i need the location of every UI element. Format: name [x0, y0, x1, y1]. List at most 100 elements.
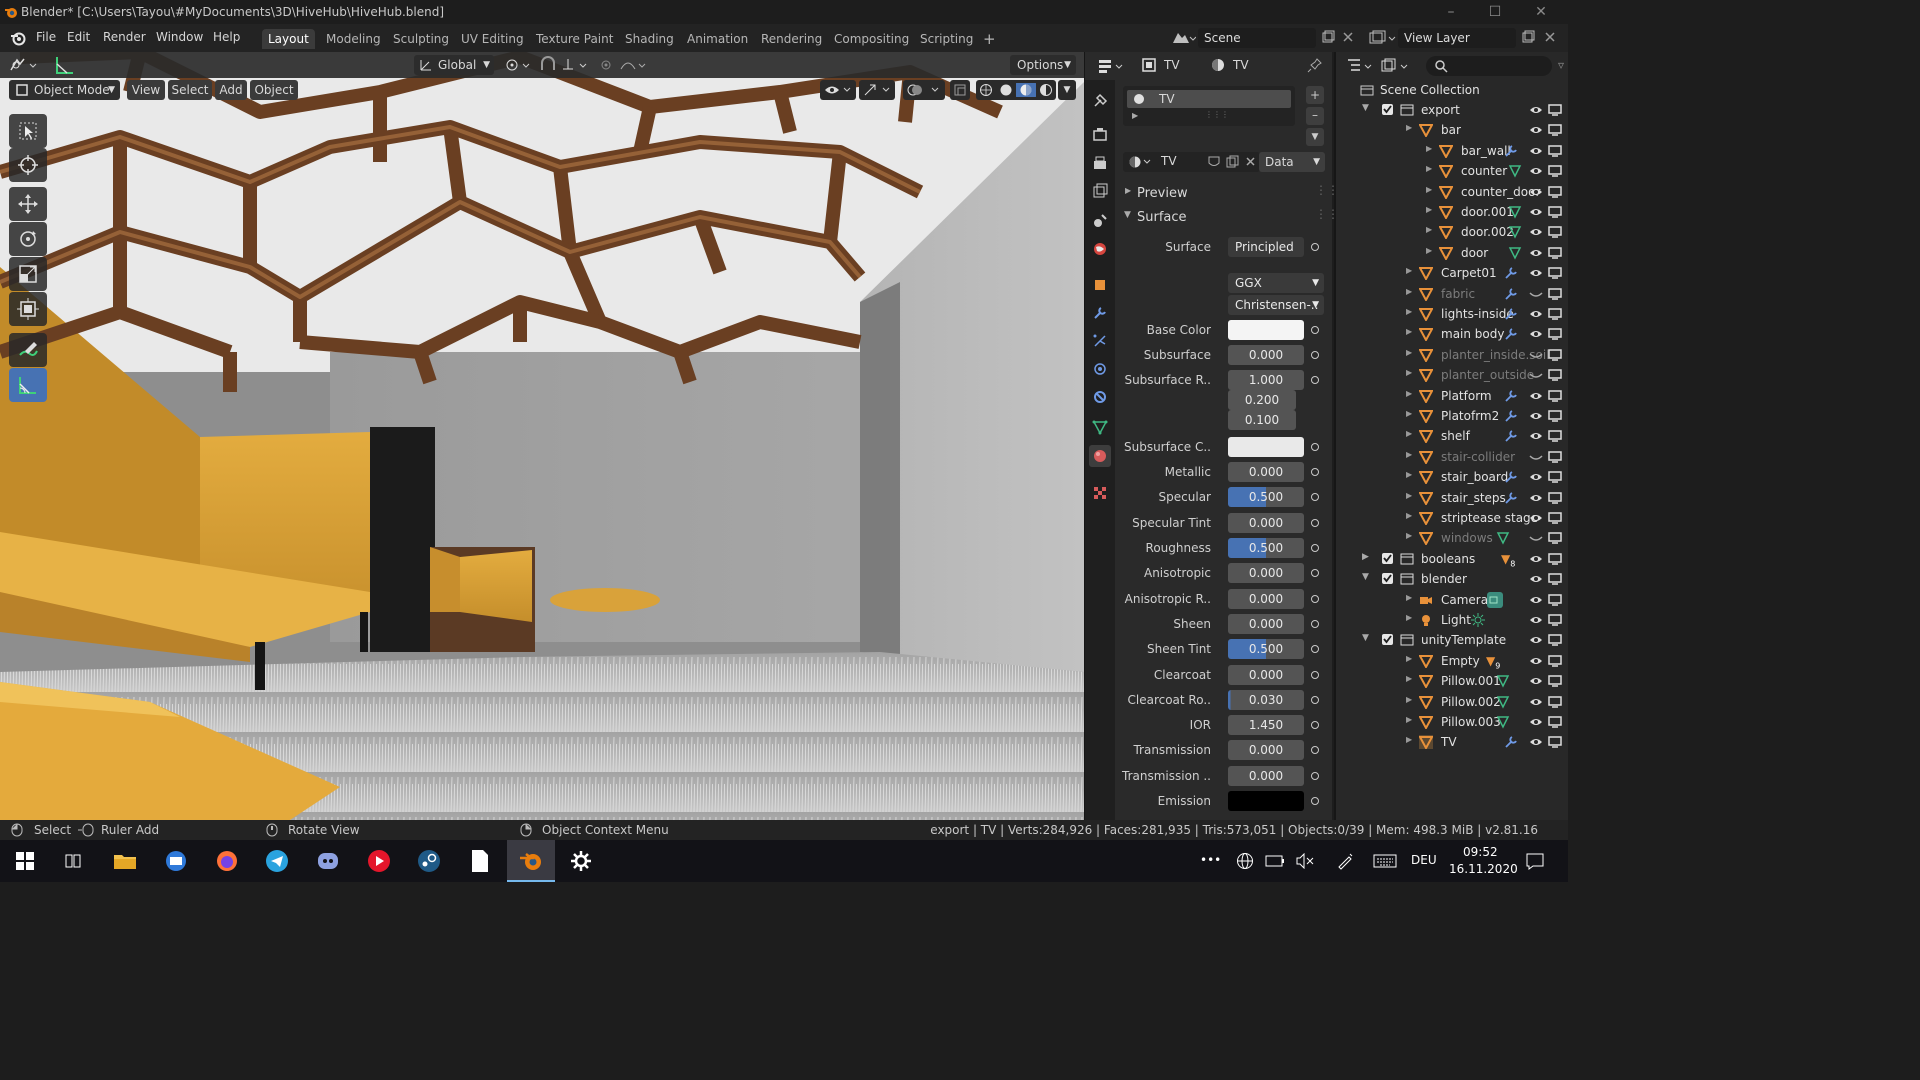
eye-icon[interactable] — [1529, 675, 1543, 687]
eye-closed-icon[interactable] — [1529, 349, 1543, 361]
blender-taskbar-button[interactable] — [507, 840, 555, 882]
constraints-tab[interactable] — [1089, 386, 1111, 408]
list-expand-icon[interactable]: ▶ — [1132, 111, 1138, 120]
overlays-dropdown[interactable] — [903, 80, 945, 100]
base-color-field[interactable] — [1228, 320, 1304, 340]
render-visibility-icon[interactable] — [1548, 185, 1562, 198]
modifier-wrench-icon[interactable] — [1504, 409, 1518, 423]
render-visibility-icon[interactable] — [1548, 308, 1562, 320]
eye-closed-icon[interactable] — [1529, 451, 1543, 463]
socket-link-icon[interactable] — [1311, 797, 1319, 805]
socket-link-icon[interactable] — [1311, 696, 1319, 704]
outliner-object-row[interactable]: ▶ windows — [1336, 528, 1570, 548]
outliner-object-row[interactable]: ▶ TV — [1336, 732, 1570, 752]
object-tab[interactable] — [1089, 274, 1111, 296]
collapsed-arrow-icon[interactable]: ▶ — [1406, 674, 1412, 683]
outliner-collection-row[interactable]: ▼ export — [1336, 100, 1570, 120]
expanded-arrow-icon[interactable]: ▼ — [1362, 103, 1369, 113]
shading-options-dropdown[interactable]: ▼ — [1058, 80, 1076, 100]
collapsed-arrow-icon[interactable]: ▶ — [1426, 185, 1432, 194]
steam-button[interactable] — [416, 848, 442, 874]
subsurface-field[interactable]: 0.000 — [1228, 345, 1304, 365]
editor-type-icon[interactable] — [8, 56, 40, 74]
tab-rendering[interactable]: Rendering — [755, 29, 828, 49]
tab-texture-paint[interactable]: Texture Paint — [530, 29, 619, 49]
socket-link-icon[interactable] — [1311, 376, 1319, 384]
collapsed-arrow-icon[interactable]: ▶ — [1406, 429, 1412, 438]
mesh-data-icon[interactable] — [1508, 205, 1522, 219]
render-visibility-icon[interactable] — [1548, 695, 1562, 708]
task-view-button[interactable] — [60, 848, 86, 874]
render-visibility-icon[interactable] — [1548, 716, 1562, 728]
socket-link-icon[interactable] — [1311, 645, 1319, 653]
socket-link-icon[interactable] — [1311, 351, 1319, 359]
eye-icon[interactable] — [1529, 206, 1543, 218]
cursor-tool[interactable] — [9, 148, 47, 182]
subsurface-c-field[interactable] — [1228, 437, 1304, 457]
modifiers-tab[interactable] — [1089, 302, 1111, 324]
xray-toggle[interactable] — [950, 80, 970, 100]
remove-scene-icon[interactable] — [1342, 31, 1354, 43]
eye-icon[interactable] — [1529, 410, 1543, 422]
eye-icon[interactable] — [1529, 634, 1543, 646]
socket-link-icon[interactable] — [1311, 772, 1319, 780]
transform-tool[interactable] — [9, 292, 47, 326]
tab-modeling[interactable]: Modeling — [320, 29, 387, 49]
telegram-button[interactable] — [264, 848, 290, 874]
remove-slot-button[interactable]: – — [1306, 107, 1324, 125]
render-visibility-icon[interactable] — [1548, 267, 1562, 279]
outliner-object-row[interactable]: ▶ door.001 — [1336, 202, 1570, 222]
render-visibility-icon[interactable] — [1548, 491, 1562, 504]
camera-data-icon[interactable] — [1486, 591, 1504, 609]
metallic-field[interactable]: 0.000 — [1228, 462, 1304, 482]
filter-icon[interactable]: ▿ — [1558, 58, 1566, 74]
blender-menu-icon[interactable] — [10, 30, 26, 46]
outliner-object-row[interactable]: ▶ Camera — [1336, 590, 1570, 610]
outliner-collection-row[interactable]: ▼ unityTemplate — [1336, 630, 1570, 650]
add-slot-button[interactable]: + — [1306, 86, 1324, 104]
view-layer-field[interactable]: View Layer — [1398, 28, 1516, 48]
render-visibility-icon[interactable] — [1548, 451, 1562, 463]
eye-closed-icon[interactable] — [1529, 369, 1543, 381]
mesh-data-icon[interactable] — [1496, 715, 1510, 729]
menu-object[interactable]: Object — [250, 80, 298, 100]
socket-link-icon[interactable] — [1311, 493, 1319, 501]
view-layer-icon[interactable] — [1368, 29, 1396, 47]
outliner-object-row[interactable]: ▶ Light — [1336, 610, 1570, 630]
object-mode-dropdown[interactable]: Object Mode ▼ — [9, 80, 120, 100]
emission-field[interactable] — [1228, 791, 1304, 811]
ior-field[interactable]: 1.450 — [1228, 715, 1304, 735]
gizmo-dropdown[interactable] — [859, 80, 895, 100]
tab-animation[interactable]: Animation — [681, 29, 754, 49]
modifier-wrench-icon[interactable] — [1504, 389, 1518, 403]
distribution-dropdown[interactable]: GGX ▼ — [1228, 273, 1324, 293]
socket-link-icon[interactable] — [1311, 519, 1319, 527]
tab-uv-editing[interactable]: UV Editing — [455, 29, 530, 49]
eye-icon[interactable] — [1529, 716, 1543, 728]
render-visibility-icon[interactable] — [1548, 247, 1562, 259]
eye-icon[interactable] — [1529, 736, 1543, 748]
render-visibility-icon[interactable] — [1548, 593, 1562, 606]
add-workspace-button[interactable]: + — [977, 29, 1002, 49]
render-visibility-icon[interactable] — [1548, 736, 1562, 749]
tab-sculpting[interactable]: Sculpting — [387, 29, 455, 49]
socket-link-icon[interactable] — [1311, 326, 1319, 334]
eye-icon[interactable] — [1529, 573, 1543, 585]
outliner-object-row[interactable]: ▶ stair-collider — [1336, 447, 1570, 467]
menu-window[interactable]: Window — [156, 30, 203, 44]
clock-time[interactable]: 09:52 — [1463, 845, 1498, 859]
collapsed-arrow-icon[interactable]: ▶ — [1426, 205, 1432, 214]
scale-tool[interactable] — [9, 257, 47, 291]
outliner-object-row[interactable]: ▶ planter_outside — [1336, 365, 1570, 385]
settings-button[interactable] — [568, 848, 594, 874]
scene-collection-row[interactable]: Scene Collection — [1336, 80, 1570, 100]
eye-icon[interactable] — [1529, 614, 1543, 626]
preview-panel-header[interactable]: ▶ Preview ⋮⋮ — [1123, 183, 1339, 203]
outliner-object-row[interactable]: ▶ lights-inside — [1336, 304, 1570, 324]
render-visibility-icon[interactable] — [1548, 655, 1562, 667]
specular-tint-field[interactable]: 0.000 — [1228, 513, 1304, 533]
collapsed-arrow-icon[interactable]: ▶ — [1426, 225, 1432, 234]
sheen-field[interactable]: 0.000 — [1228, 614, 1304, 634]
eye-closed-icon[interactable] — [1529, 532, 1543, 544]
material-slot-list[interactable]: TV ▶ ⋮⋮⋮ — [1123, 86, 1295, 126]
